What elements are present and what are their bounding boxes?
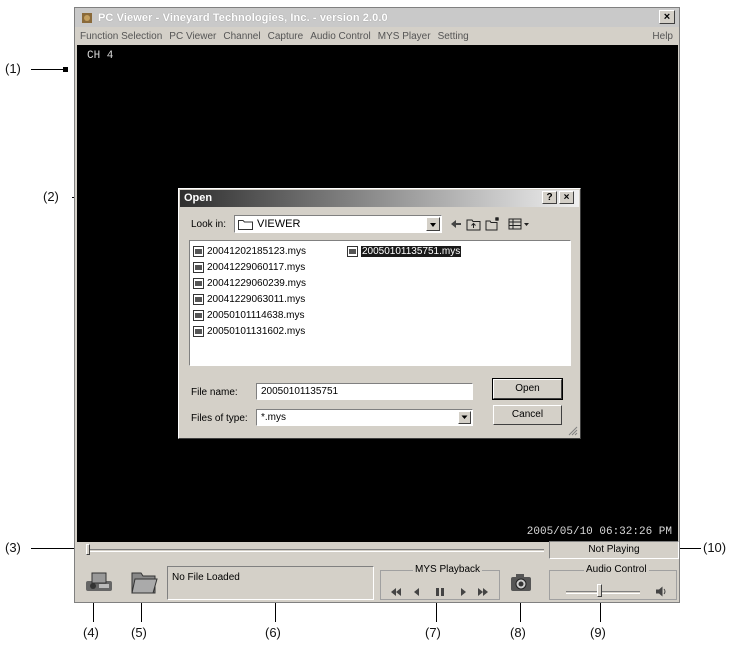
channel-label: CH 4 <box>87 50 114 62</box>
callout-1-line <box>31 69 64 70</box>
callout-6: (6) <box>265 625 281 640</box>
video-display[interactable]: CH 4 2005/05/10 06:32:26 PM Open ? × Loo… <box>77 45 678 542</box>
file-name: 20050101114638.mys <box>207 309 305 321</box>
dialog-close-button[interactable]: × <box>559 191 574 204</box>
seek-thumb[interactable] <box>86 544 90 555</box>
callout-5: (5) <box>131 625 147 640</box>
file-list-item[interactable]: 20041229063011.mys <box>193 292 305 306</box>
view-menu-icon[interactable] <box>507 215 531 233</box>
file-name-label: File name: <box>191 387 238 398</box>
back-arrow-icon[interactable] <box>447 215 465 233</box>
file-status-box: No File Loaded <box>167 566 374 600</box>
look-in-value: VIEWER <box>257 218 301 230</box>
chevron-down-icon[interactable] <box>426 217 440 231</box>
dialog-help-button[interactable]: ? <box>542 191 557 204</box>
capture-camera-icon[interactable] <box>508 567 534 597</box>
mys-file-icon <box>193 293 204 305</box>
audio-control-group: Audio Control <box>549 564 677 600</box>
chevron-down-icon[interactable] <box>458 411 471 424</box>
file-name: 20050101131602.mys <box>207 325 306 337</box>
dialog-title: Open <box>184 192 213 204</box>
file-list-item[interactable]: 20050101135751.mys <box>347 244 462 258</box>
file-name: 20041229060239.mys <box>207 277 306 289</box>
mys-playback-group: MYS Playback <box>380 564 500 600</box>
file-list-item[interactable]: 20050101131602.mys <box>193 324 305 338</box>
fast-forward-icon[interactable] <box>477 586 489 598</box>
cancel-button[interactable]: Cancel <box>493 405 562 425</box>
volume-slider-thumb[interactable] <box>597 584 602 597</box>
open-file-dialog: Open ? × Look in: VIEWER 20041202185123.… <box>178 188 581 439</box>
file-list-item[interactable]: 20050101114638.mys <box>193 308 305 322</box>
app-icon <box>82 12 92 23</box>
seek-bar[interactable] <box>86 549 544 552</box>
callout-4: (4) <box>83 625 99 640</box>
menu-mys-player[interactable]: MYS Player <box>378 31 431 42</box>
menu-pc-viewer[interactable]: PC Viewer <box>169 31 216 42</box>
file-type-value: *.mys <box>261 412 286 423</box>
speaker-icon[interactable] <box>654 585 668 598</box>
menu-function-selection[interactable]: Function Selection <box>80 31 162 42</box>
pause-icon[interactable] <box>434 586 446 598</box>
file-list-item[interactable]: 20041202185123.mys <box>193 244 306 258</box>
callout-7: (7) <box>425 625 441 640</box>
new-folder-icon[interactable] <box>484 215 502 233</box>
mys-file-icon <box>193 245 204 257</box>
mys-file-icon <box>193 277 204 289</box>
function-selection-icon[interactable] <box>83 567 117 597</box>
open-button[interactable]: Open <box>492 378 563 400</box>
file-list-item[interactable]: 20041229060239.mys <box>193 276 306 290</box>
file-status-text: No File Loaded <box>172 572 240 583</box>
file-name: 20041229063011.mys <box>207 293 306 305</box>
file-name-input[interactable]: 20050101135751 <box>256 383 473 400</box>
audio-control-title: Audio Control <box>584 564 649 575</box>
file-list-item[interactable]: 20041229060117.mys <box>193 260 305 274</box>
file-name: 20050101135751.mys <box>361 245 462 257</box>
mys-file-icon <box>193 309 204 321</box>
callout-8: (8) <box>510 625 526 640</box>
file-name: 20041229060117.mys <box>207 261 306 273</box>
mys-file-icon <box>193 261 204 273</box>
rewind-icon[interactable] <box>390 586 402 598</box>
control-panel: No File Loaded MYS Playback Audio Contro… <box>75 562 679 602</box>
open-folder-icon[interactable] <box>127 567 161 597</box>
mys-playback-title: MYS Playback <box>413 564 483 575</box>
look-in-label: Look in: <box>191 219 227 230</box>
window-close-button[interactable]: × <box>659 10 675 24</box>
menu-audio-control[interactable]: Audio Control <box>310 31 371 42</box>
resize-grip-icon[interactable] <box>568 426 578 436</box>
file-type-select[interactable]: *.mys <box>256 409 473 426</box>
callout-10: (10) <box>703 540 727 555</box>
menu-help[interactable]: Help <box>652 31 673 42</box>
dialog-title-bar[interactable]: Open <box>180 190 579 207</box>
play-state-status: Not Playing <box>549 541 679 559</box>
look-in-dropdown[interactable]: VIEWER <box>234 215 442 233</box>
menu-capture[interactable]: Capture <box>268 31 304 42</box>
title-bar[interactable]: PC Viewer - Vineyard Technologies, Inc. … <box>75 8 679 27</box>
timestamp: 2005/05/10 06:32:26 PM <box>526 526 672 538</box>
callout-1-dot <box>63 67 68 72</box>
mys-file-icon <box>347 245 358 257</box>
menu-bar: Function Selection PC Viewer Channel Cap… <box>75 27 679 45</box>
volume-slider-track[interactable] <box>566 591 640 594</box>
file-list[interactable]: 20041202185123.mys 20041229060117.mys 2004… <box>189 240 571 366</box>
callout-3: (3) <box>5 540 21 555</box>
step-back-icon[interactable] <box>411 586 423 598</box>
callout-2: (2) <box>43 189 59 204</box>
callout-1: (1) <box>5 61 21 76</box>
menu-setting[interactable]: Setting <box>438 31 469 42</box>
menu-channel[interactable]: Channel <box>223 31 260 42</box>
folder-icon <box>238 220 253 230</box>
mys-file-icon <box>193 325 204 337</box>
pc-viewer-window: PC Viewer - Vineyard Technologies, Inc. … <box>74 7 680 603</box>
file-name: 20041202185123.mys <box>207 245 306 257</box>
up-folder-icon[interactable] <box>465 215 483 233</box>
window-title: PC Viewer - Vineyard Technologies, Inc. … <box>98 11 388 24</box>
callout-9: (9) <box>590 625 606 640</box>
callout-3-line <box>31 548 77 549</box>
file-type-label: Files of type: <box>191 413 248 424</box>
play-icon[interactable] <box>457 586 469 598</box>
